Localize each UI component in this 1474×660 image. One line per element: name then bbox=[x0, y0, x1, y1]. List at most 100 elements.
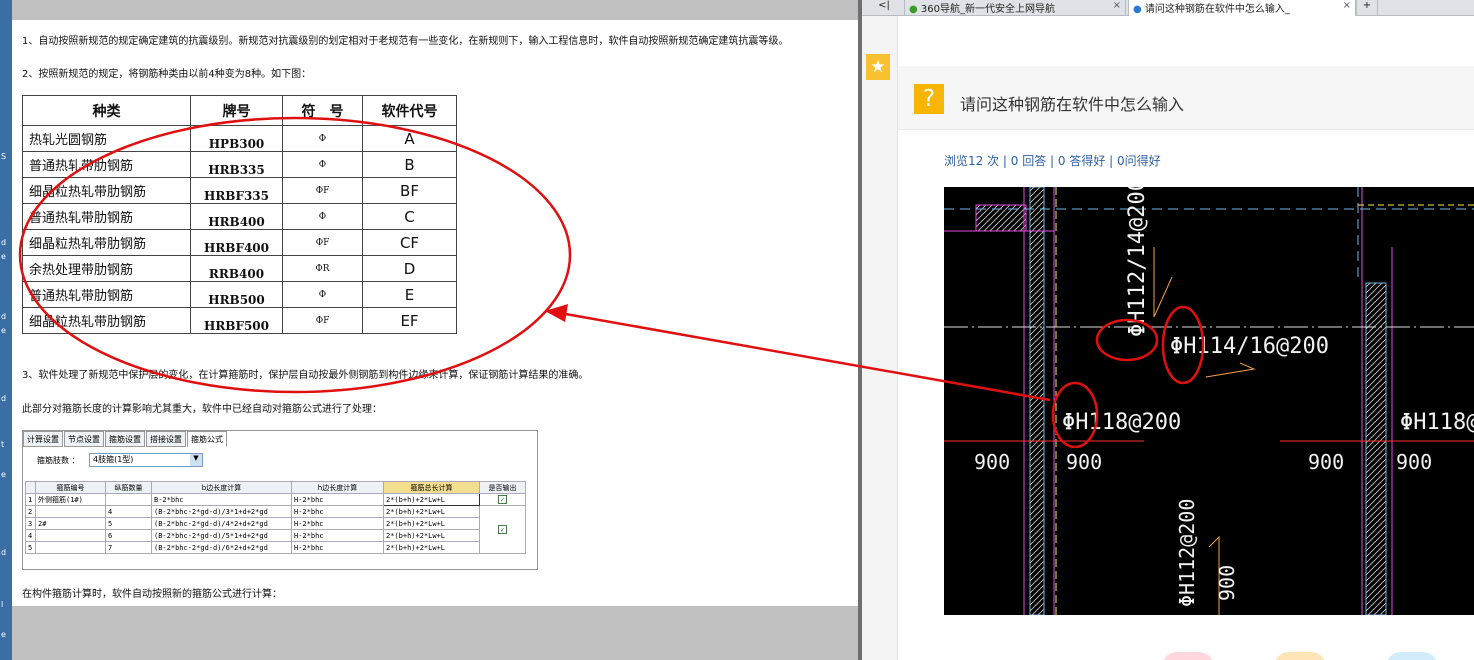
total-length-formula[interactable]: 2*(b+h)+2*Lw+L bbox=[383, 529, 480, 542]
rebar-code: B bbox=[362, 151, 457, 178]
bar-count[interactable]: 5 bbox=[105, 517, 152, 530]
star-icon[interactable]: ★ bbox=[866, 54, 890, 80]
cad-dimension: 900 bbox=[1396, 450, 1432, 474]
question-title: 请问这种钢筋在软件中怎么输入 bbox=[960, 95, 1185, 114]
rebar-symbol: ΦF bbox=[282, 307, 363, 334]
table-row[interactable]: 4 6 (B-2*bhc-2*gd-d)/5*1+d+2*gd H-2*bhc … bbox=[25, 529, 526, 542]
desktop-label: d bbox=[1, 238, 7, 247]
bar-count[interactable] bbox=[105, 493, 152, 506]
h-length-formula[interactable]: H-2*bhc bbox=[291, 529, 384, 542]
output-checkbox[interactable]: ✓ bbox=[498, 495, 507, 504]
question-icon: ? bbox=[914, 84, 944, 114]
document-viewer-bottom-margin bbox=[12, 606, 858, 660]
grid-header-bar-count: 纵筋数量 bbox=[105, 481, 152, 494]
rebar-grade: HRB500 bbox=[190, 281, 283, 308]
rebar-code: C bbox=[362, 203, 457, 230]
b-length-formula[interactable]: (B-2*bhc-2*gd-d)/6*2+d+2*gd bbox=[151, 541, 292, 554]
doc-paragraph-2: 2、按照新规范的规定，将钢筋种类由以前4种变为8种。如下图： bbox=[22, 69, 312, 80]
tab-stirrup-formula[interactable]: 箍筋公式 bbox=[187, 431, 227, 447]
rebar-kind: 普通热轧带肋钢筋 bbox=[22, 281, 191, 308]
row-index: 3 bbox=[25, 517, 36, 530]
tab-stirrup-settings[interactable]: 箍筋设置 bbox=[105, 431, 145, 447]
rebar-grade: HRB400 bbox=[190, 203, 283, 230]
desktop-label: d bbox=[1, 394, 7, 403]
cad-dimension: 900 bbox=[1215, 565, 1239, 601]
total-length-formula[interactable]: 2*(b+h)+2*Lw+L bbox=[383, 517, 480, 530]
cad-label-vertical-2: ΦH112@200 bbox=[1175, 499, 1199, 607]
doc-paragraph-4: 此部分对箍筋长度的计算影响尤其重大，软件中已经自动对箍筋公式进行了处理： bbox=[22, 404, 382, 415]
total-length-formula[interactable]: 2*(b+h)+2*Lw+L bbox=[383, 541, 480, 554]
table-row: 余热处理带肋钢筋 RRB400 ΦR D bbox=[22, 255, 457, 282]
b-length-formula[interactable]: B-2*bhc bbox=[151, 493, 292, 506]
table-header-grade: 牌号 bbox=[190, 95, 283, 126]
h-length-formula[interactable]: H-2*bhc bbox=[291, 493, 384, 506]
rebar-symbol: ΦR bbox=[282, 255, 363, 282]
stirrup-formula-grid: 箍筋编号 纵筋数量 b边长度计算 h边长度计算 箍筋总长计算 是否输出 1 外侧… bbox=[25, 481, 526, 554]
output-checkbox-cell[interactable]: ✓ bbox=[479, 493, 526, 506]
cad-label-horizontal-1: ΦH114/16@200 bbox=[1170, 334, 1329, 359]
desktop-label: S bbox=[1, 152, 7, 161]
row-index: 5 bbox=[25, 541, 36, 554]
tab-node-settings[interactable]: 节点设置 bbox=[64, 431, 104, 447]
table-header-code: 软件代号 bbox=[362, 95, 457, 126]
h-length-formula[interactable]: H-2*bhc bbox=[291, 541, 384, 554]
browser-window: <| ● 360导航_新一代安全上网导航 × ● 请问这种钢筋在软件中怎么输入_… bbox=[862, 0, 1474, 660]
browser-tab-360-nav[interactable]: ● 360导航_新一代安全上网导航 × bbox=[904, 0, 1126, 16]
table-row: 细晶粒热轧带肋钢筋 HRBF500 ΦF EF bbox=[22, 307, 457, 334]
h-length-formula[interactable]: H-2*bhc bbox=[291, 505, 384, 518]
desktop-icons-strip[interactable]: S d e d e d t e d l e bbox=[0, 0, 12, 660]
limb-count-label: 箍筋肢数 ： bbox=[37, 456, 80, 465]
stirrup-no[interactable] bbox=[35, 541, 106, 554]
rebar-grade: HRBF335 bbox=[190, 177, 283, 204]
cad-dimension: 900 bbox=[974, 450, 1010, 474]
rebar-grade: HPB300 bbox=[190, 125, 283, 152]
table-row[interactable]: 2 4 (B-2*bhc-2*gd-d)/3*1+d+2*gd H-2*bhc … bbox=[25, 505, 526, 554]
favorites-sidebar: ★ bbox=[862, 16, 898, 660]
stirrup-no[interactable] bbox=[35, 529, 106, 542]
doc-paragraph-3: 3、软件处理了新规范中保护层的变化，在计算箍筋时，保护层自动按最外侧钢筋到构件边… bbox=[22, 370, 589, 381]
question-header: ? 请问这种钢筋在软件中怎么输入 bbox=[898, 66, 1474, 130]
rebar-kind: 细晶粒热轧带肋钢筋 bbox=[22, 177, 191, 204]
close-icon[interactable]: × bbox=[1343, 0, 1351, 11]
cad-drawing-image: ΦH112/14@200 ΦH114/16@200 ΦH118@200 ΦH11… bbox=[944, 187, 1474, 615]
tab-lap-settings[interactable]: 搭接设置 bbox=[146, 431, 186, 447]
bar-count[interactable]: 4 bbox=[105, 505, 152, 518]
grid-header-stirrup-no: 箍筋编号 bbox=[35, 481, 106, 494]
document-viewer-top-margin bbox=[12, 0, 858, 20]
browser-tab-question[interactable]: ● 请问这种钢筋在软件中怎么输入_ × bbox=[1128, 0, 1356, 16]
tab-calc-settings[interactable]: 计算设置 bbox=[23, 431, 63, 447]
doc-paragraph-1: 1、自动按照新规范的规定确定建筑的抗震级别。新规范对抗震级别的划定相对于老规范有… bbox=[22, 36, 789, 47]
desktop-label: e bbox=[1, 252, 6, 261]
output-checkbox[interactable]: ✓ bbox=[498, 525, 507, 534]
close-icon[interactable]: × bbox=[1113, 0, 1121, 11]
cad-dimension: 900 bbox=[1308, 450, 1344, 474]
b-length-formula[interactable]: (B-2*bhc-2*gd-d)/3*1+d+2*gd bbox=[151, 505, 292, 518]
total-length-formula[interactable]: 2*(b+h)+2*Lw+L bbox=[383, 493, 480, 506]
stirrup-no[interactable] bbox=[35, 505, 106, 518]
total-length-formula[interactable]: 2*(b+h)+2*Lw+L bbox=[383, 505, 480, 518]
bar-count[interactable]: 6 bbox=[105, 529, 152, 542]
table-row[interactable]: 3 2# 5 (B-2*bhc-2*gd-d)/4*2+d+2*gd H-2*b… bbox=[25, 517, 526, 530]
b-length-formula[interactable]: (B-2*bhc-2*gd-d)/5*1+d+2*gd bbox=[151, 529, 292, 542]
rebar-code: CF bbox=[362, 229, 457, 256]
rebar-symbol: Φ bbox=[282, 203, 363, 230]
bar-count[interactable]: 7 bbox=[105, 541, 152, 554]
limb-count-select[interactable]: 4肢箍(1型) ▼ bbox=[89, 453, 203, 467]
table-row[interactable]: 5 7 (B-2*bhc-2*gd-d)/6*2+d+2*gd H-2*bhc … bbox=[25, 541, 526, 554]
h-length-formula[interactable]: H-2*bhc bbox=[291, 517, 384, 530]
table-row[interactable]: 1 外侧箍筋(1#) B-2*bhc H-2*bhc 2*(b+h)+2*Lw+… bbox=[25, 493, 526, 506]
question-stats[interactable]: 浏览12 次 | 0 回答 | 0 答得好 | 0问得好 bbox=[944, 152, 1161, 169]
output-checkbox-cell[interactable]: ✓ bbox=[479, 505, 526, 554]
stirrup-no[interactable]: 2# bbox=[35, 517, 106, 530]
rebar-grade: HRBF400 bbox=[190, 229, 283, 256]
chevron-down-icon[interactable]: ▼ bbox=[190, 454, 202, 466]
stirrup-no[interactable]: 外侧箍筋(1#) bbox=[35, 493, 106, 506]
back-tab-button[interactable]: <| bbox=[862, 0, 902, 16]
b-length-formula[interactable]: (B-2*bhc-2*gd-d)/4*2+d+2*gd bbox=[151, 517, 292, 530]
rebar-code: BF bbox=[362, 177, 457, 204]
desktop-label: l bbox=[1, 600, 4, 609]
grid-header-total-length: 箍筋总长计算 bbox=[383, 481, 480, 494]
rebar-kind: 细晶粒热轧带肋钢筋 bbox=[22, 229, 191, 256]
new-tab-button[interactable]: + bbox=[1356, 0, 1378, 16]
tab-favicon-icon: ● bbox=[1133, 4, 1142, 15]
